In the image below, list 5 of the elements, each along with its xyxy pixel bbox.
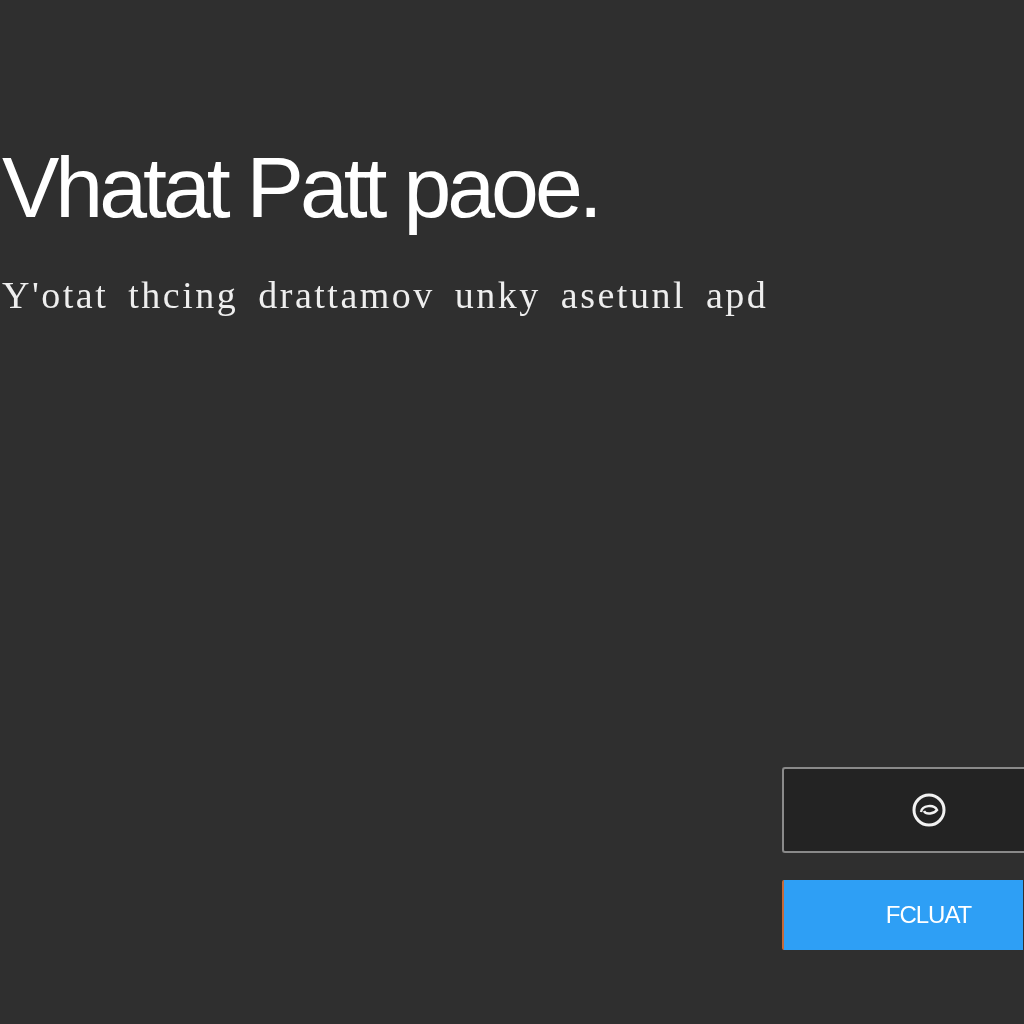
subtitle-text: Y'otat thcing drattamov unky asetunl apd bbox=[2, 272, 769, 318]
input-field[interactable] bbox=[782, 767, 1024, 853]
page-heading: Vhatat Patt paoe. bbox=[2, 140, 599, 235]
primary-button[interactable]: FCLUAT bbox=[782, 880, 1023, 950]
ring-icon bbox=[912, 793, 946, 827]
